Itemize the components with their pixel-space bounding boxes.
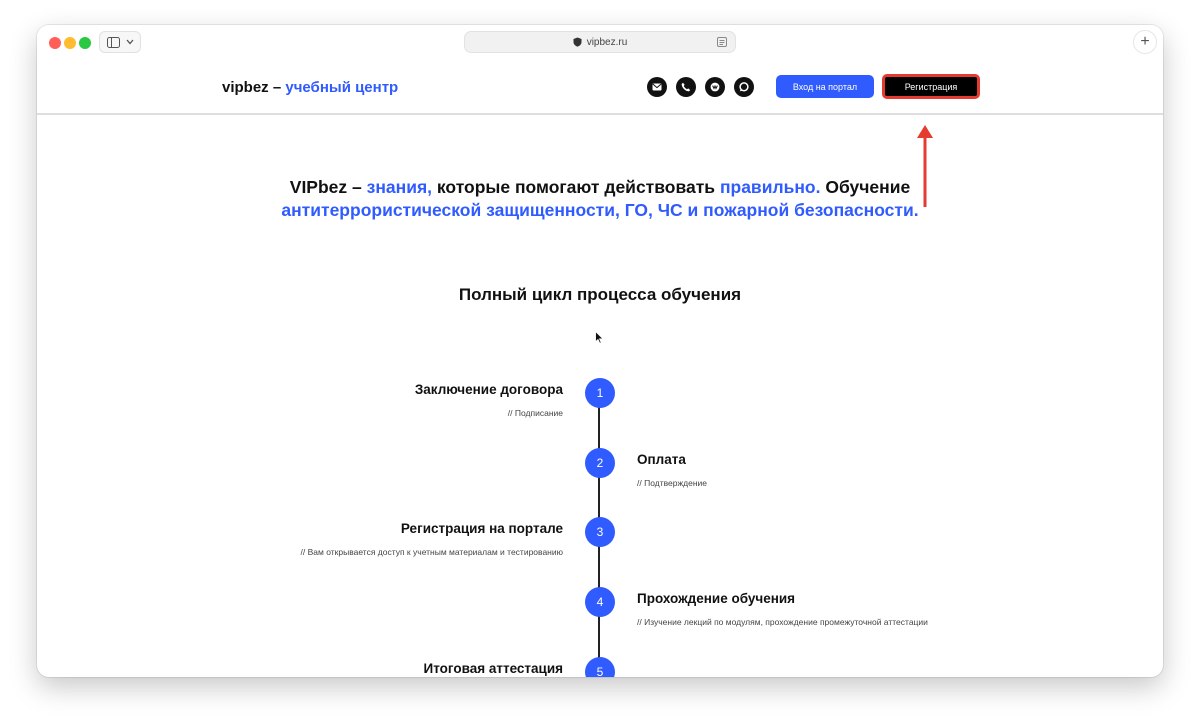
browser-titlebar: vipbez.ru + xyxy=(37,25,1163,61)
minimize-window-button[interactable] xyxy=(64,37,76,49)
browser-window: vipbez.ru + vipbez – учебный центр Вход … xyxy=(37,25,1163,677)
step-subtitle: // Изучение лекций по модулям, прохожден… xyxy=(637,617,928,627)
vk-icon[interactable] xyxy=(705,77,725,97)
url-text: vipbez.ru xyxy=(586,36,628,48)
step-subtitle: // Вам открывается доступ к учетным мате… xyxy=(300,547,563,557)
hero-part6: антитеррористической защищенности, ГО, Ч… xyxy=(281,200,919,220)
step-number-badge: 5 xyxy=(585,657,615,677)
chevron-down-icon xyxy=(126,39,133,45)
logo-accent: учебный центр xyxy=(285,79,399,96)
step-subtitle: // Подтверждение xyxy=(637,478,708,488)
step-number-badge: 4 xyxy=(585,587,615,617)
register-button[interactable]: Регистрация xyxy=(882,74,980,99)
hero-part3: которые помогают действовать xyxy=(436,177,716,197)
address-bar[interactable]: vipbez.ru xyxy=(464,31,736,53)
hero-part2: знания, xyxy=(366,177,433,197)
mail-icon[interactable] xyxy=(647,77,667,97)
maximize-window-button[interactable] xyxy=(79,37,91,49)
step-title: Прохождение обучения xyxy=(637,591,796,606)
section-title: Полный цикл процесса обучения xyxy=(458,285,742,304)
close-window-button[interactable] xyxy=(49,37,61,49)
plus-icon: + xyxy=(1140,33,1150,50)
hero-part1: VIPbez – xyxy=(289,177,362,197)
step-title: Регистрация на портале xyxy=(400,521,563,536)
step-subtitle: // Подписание xyxy=(507,408,563,418)
site-header: vipbez – учебный центр Вход на портал Ре… xyxy=(37,61,1163,207)
step-number-badge: 3 xyxy=(585,517,615,547)
chat-icon[interactable] xyxy=(734,77,754,97)
step-title: Оплата xyxy=(637,452,686,467)
new-tab-button[interactable]: + xyxy=(1133,30,1157,54)
logo-main: vipbez – xyxy=(222,79,282,96)
phone-icon[interactable] xyxy=(676,77,696,97)
mouse-cursor-icon xyxy=(595,331,604,344)
shield-icon xyxy=(573,37,582,47)
portal-login-button[interactable]: Вход на портал xyxy=(776,75,874,98)
step-number-badge: 1 xyxy=(585,378,615,408)
hero-text: VIPbez – знания, которые помогают действ… xyxy=(237,176,963,222)
step-number-badge: 2 xyxy=(585,448,615,478)
step-title: Заключение договора xyxy=(414,382,563,397)
sidebar-toggle-button[interactable] xyxy=(99,31,141,53)
site-logo[interactable]: vipbez – учебный центр xyxy=(222,79,398,96)
step-title: Итоговая аттестация xyxy=(423,661,564,676)
sidebar-icon xyxy=(106,36,120,48)
hero-part5: Обучение xyxy=(825,177,911,197)
hero-part4: правильно. xyxy=(719,177,821,197)
reader-mode-icon[interactable] xyxy=(717,37,727,47)
